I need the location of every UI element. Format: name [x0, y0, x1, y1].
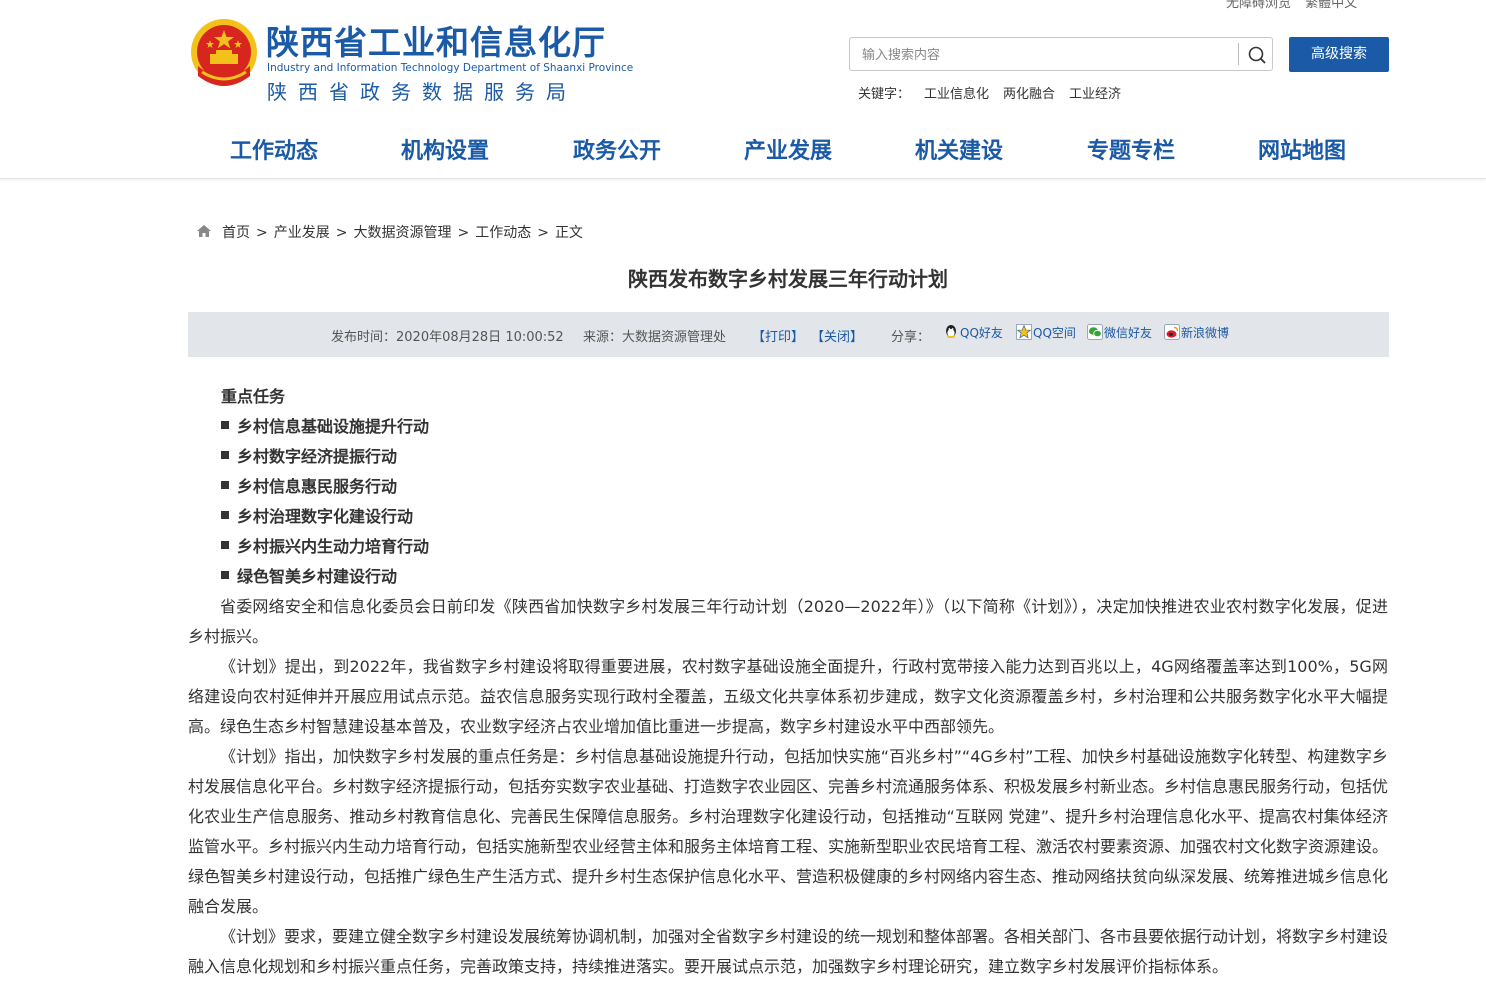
- breadcrumb-work-news[interactable]: 工作动态: [475, 225, 531, 241]
- task-item: 乡村信息惠民服务行动: [188, 472, 1388, 502]
- task-label: 绿色智美乡村建设行动: [237, 567, 398, 586]
- task-item: 乡村数字经济提振行动: [188, 442, 1388, 472]
- qzone-star-icon: [1016, 324, 1032, 340]
- share-weibo-label: 新浪微博: [1181, 326, 1230, 340]
- search-box: [849, 37, 1273, 71]
- article-paragraph: 《计划》要求，要建立健全数字乡村建设发展统筹协调机制，加强对全省数字乡村建设的统…: [188, 927, 1389, 976]
- breadcrumb-big-data[interactable]: 大数据资源管理: [353, 225, 451, 241]
- home-icon[interactable]: [196, 224, 212, 238]
- main-nav: 工作动态 机构设置 政务公开 产业发展 机关建设 专题专栏 网站地图: [188, 133, 1388, 169]
- task-item: 乡村治理数字化建设行动: [188, 502, 1388, 532]
- share-wechat-label: 微信好友: [1104, 326, 1153, 340]
- nav-item-government-affairs[interactable]: 政务公开: [573, 133, 661, 165]
- nav-item-work-news[interactable]: 工作动态: [230, 133, 318, 165]
- nav-item-special-topics[interactable]: 专题专栏: [1087, 133, 1175, 165]
- square-bullet-icon: [221, 511, 229, 519]
- task-item: 乡村振兴内生动力培育行动: [188, 532, 1388, 562]
- keywords-label: 关键字：: [858, 87, 911, 102]
- source-value: 大数据资源管理处: [622, 330, 727, 345]
- nav-item-sitemap[interactable]: 网站地图: [1258, 133, 1346, 165]
- national-emblem-icon[interactable]: [188, 16, 260, 92]
- article-paragraph: 《计划》指出，加快数字乡村发展的重点任务是：乡村信息基础设施提升行动，包括加快实…: [188, 747, 1389, 916]
- print-link[interactable]: 【打印】: [752, 326, 804, 345]
- task-label: 乡村信息基础设施提升行动: [237, 417, 430, 436]
- nav-item-industry[interactable]: 产业发展: [744, 133, 832, 165]
- share-wechat[interactable]: 微信好友: [1087, 324, 1152, 341]
- square-bullet-icon: [221, 451, 229, 459]
- source-label: 来源：: [583, 330, 623, 345]
- keyword-link[interactable]: 两化融合: [1003, 87, 1055, 102]
- nav-item-agency-building[interactable]: 机关建设: [915, 133, 1003, 165]
- task-label: 乡村振兴内生动力培育行动: [237, 537, 430, 556]
- site-title: 陕西省工业和信息化厅: [266, 23, 606, 62]
- qq-icon: [946, 325, 956, 338]
- site-subtitle: 陕西省政务数据服务局: [267, 80, 577, 104]
- publish-time: 2020年08月28日 10:00:52: [396, 330, 564, 345]
- keyword-link[interactable]: 工业经济: [1069, 87, 1121, 102]
- task-item: 绿色智美乡村建设行动: [188, 562, 1388, 592]
- breadcrumb-separator: >: [256, 225, 268, 241]
- square-bullet-icon: [221, 481, 229, 489]
- source-info: 来源：大数据资源管理处: [583, 326, 726, 345]
- keyword-link[interactable]: 工业信息化: [924, 87, 989, 102]
- keywords-row: 关键字： 工业信息化 两化融合 工业经济: [858, 83, 1121, 102]
- square-bullet-icon: [221, 421, 229, 429]
- square-bullet-icon: [221, 541, 229, 549]
- task-label: 乡村数字经济提振行动: [237, 447, 398, 466]
- share-weibo[interactable]: 新浪微博: [1164, 324, 1229, 341]
- square-bullet-icon: [221, 571, 229, 579]
- breadcrumb-current: 正文: [554, 225, 583, 241]
- breadcrumb: 首页 > 产业发展 > 大数据资源管理 > 工作动态 > 正文: [196, 222, 583, 242]
- publish-label: 发布时间：: [331, 330, 397, 345]
- task-item: 乡村信息基础设施提升行动: [188, 412, 1388, 442]
- share-qzone[interactable]: QQ空间: [1016, 324, 1076, 341]
- breadcrumb-separator: >: [335, 225, 348, 241]
- wechat-icon: [1087, 324, 1103, 340]
- breadcrumb-industry[interactable]: 产业发展: [274, 225, 330, 241]
- advanced-search-button[interactable]: 高级搜索: [1289, 37, 1389, 72]
- search-icon[interactable]: [1246, 44, 1268, 66]
- site-title-en: Industry and Information Technology Depa…: [267, 62, 634, 74]
- publish-info: 发布时间：2020年08月28日 10:00:52: [331, 326, 564, 345]
- task-label: 乡村信息惠民服务行动: [237, 477, 398, 496]
- search-input[interactable]: [860, 44, 1234, 66]
- breadcrumb-home[interactable]: 首页: [222, 225, 250, 241]
- breadcrumb-separator: >: [537, 225, 549, 241]
- share-qzone-label: QQ空间: [1033, 326, 1076, 340]
- article-title: 陕西发布数字乡村发展三年行动计划: [628, 267, 948, 291]
- nav-item-organization[interactable]: 机构设置: [401, 133, 489, 165]
- article-content: 重点任务 乡村信息基础设施提升行动 乡村数字经济提振行动 乡村信息惠民服务行动 …: [188, 382, 1388, 982]
- weibo-icon: [1164, 324, 1180, 340]
- article-paragraph: 省委网络安全和信息化委员会日前印发《陕西省加快数字乡村发展三年行动计划（2020…: [188, 597, 1388, 646]
- search-divider: [1238, 43, 1239, 65]
- share-label: 分享：: [891, 330, 931, 345]
- task-heading: 重点任务: [221, 387, 286, 406]
- article-meta-bar: 发布时间：2020年08月28日 10:00:52 来源：大数据资源管理处 【打…: [188, 312, 1389, 357]
- task-label: 乡村治理数字化建设行动: [237, 507, 414, 526]
- share-qq-friends-label: QQ好友: [960, 326, 1003, 340]
- close-link[interactable]: 【关闭】: [811, 326, 863, 345]
- share-qq-friends[interactable]: QQ好友: [943, 324, 1003, 341]
- article-paragraph: 《计划》提出，到2022年，我省数字乡村建设将取得重要进展，农村数字基础设施全面…: [188, 657, 1388, 736]
- breadcrumb-separator: >: [457, 225, 470, 241]
- site-header: 陕西省工业和信息化厅 Industry and Information Tech…: [0, 0, 1486, 179]
